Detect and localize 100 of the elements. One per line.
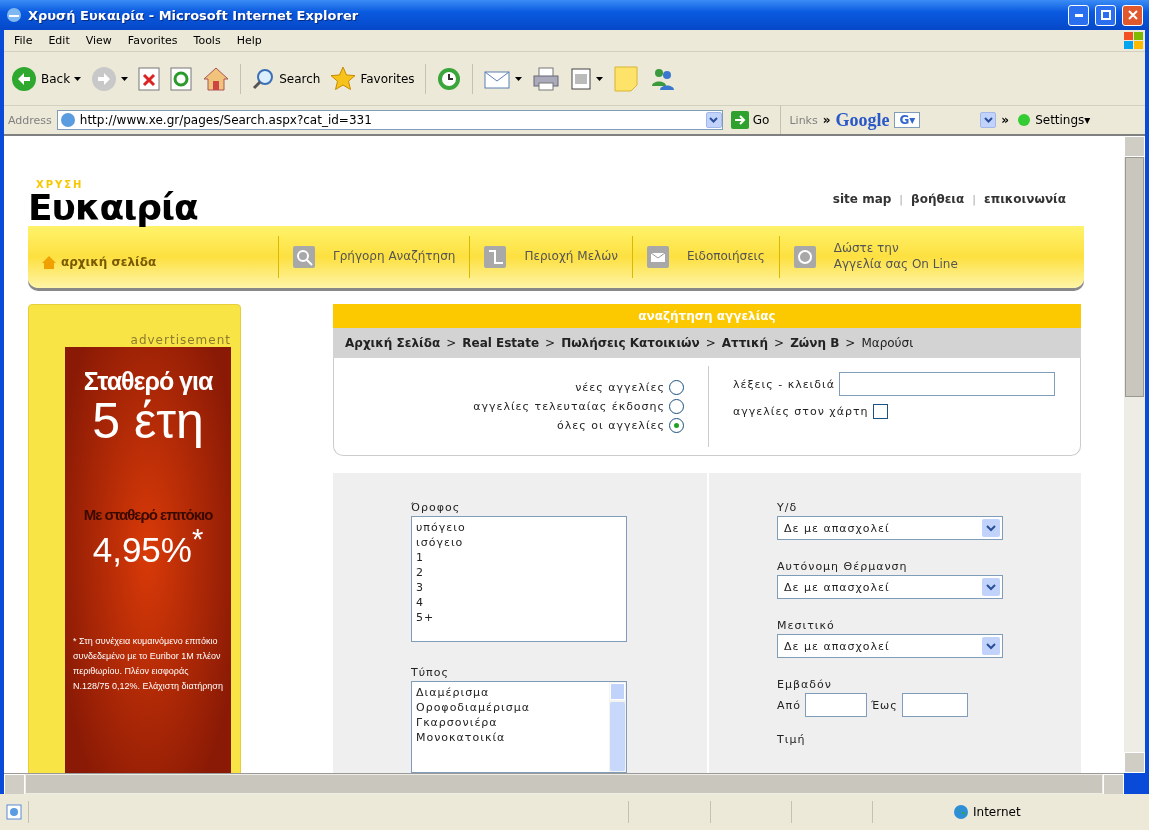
favorites-button[interactable]: Favorites	[327, 63, 418, 94]
back-button[interactable]: Back	[8, 63, 85, 94]
list-label: Τύπος	[411, 666, 450, 679]
nav-link[interactable]: Δώστε την Αγγελία σας On Line	[778, 236, 972, 278]
more-links-button[interactable]: »	[822, 113, 831, 127]
list-scrollbar[interactable]	[609, 682, 626, 772]
globe-icon	[953, 804, 969, 820]
links-label: Links	[789, 113, 818, 127]
breadcrumb-link[interactable]: Μαρούσι	[861, 336, 914, 350]
nav-link[interactable]: Περιοχή Μελών	[469, 236, 632, 278]
breadcrumb-separator: >	[774, 336, 785, 350]
breadcrumb-link[interactable]: Αρχική Σελίδα	[345, 336, 441, 350]
menu-item[interactable]: Favorites	[119, 34, 186, 47]
list-box[interactable]: Διαμέρισμα Οροφοδιαμέρισμα Γκαρσονιέρα Μονοκατοικία	[411, 681, 627, 773]
address-field[interactable]: http://www.xe.gr/pages/Search.aspx?cat_id=331	[56, 110, 723, 130]
address-label: Address	[8, 113, 52, 127]
toolbar-logo: Google	[835, 109, 890, 131]
top-link[interactable]: επικοινωνία	[984, 192, 1066, 206]
select-field[interactable]: Δε με απασχολεί	[777, 634, 1003, 658]
breadcrumb-link[interactable]: Real Estate	[462, 336, 540, 350]
google-button[interactable]: G▾	[894, 112, 921, 128]
site-logo[interactable]: ΧΡΥΣΗ Ευκαιρία	[28, 180, 198, 226]
home-link[interactable]: αρχική σελίδα	[28, 255, 278, 269]
breadcrumb-link[interactable]: Ζώνη Β	[790, 336, 840, 350]
page-icon	[6, 804, 22, 820]
map-checkbox[interactable]	[872, 404, 888, 419]
chevron-down-icon	[982, 519, 1000, 537]
list-option[interactable]: Μονοκατοικία	[416, 730, 605, 745]
home-icon	[42, 255, 56, 269]
to-label: Έως	[870, 698, 898, 712]
note-icon	[612, 64, 639, 93]
breadcrumb-separator: >	[446, 336, 457, 350]
keywords-field[interactable]	[839, 372, 1056, 396]
list-option[interactable]: 5+	[416, 610, 622, 625]
menu-item[interactable]: View	[77, 34, 120, 47]
chevron-down-icon	[982, 637, 1000, 655]
select-label: Μεσιτικό	[777, 619, 836, 632]
radio-button[interactable]	[669, 380, 684, 395]
list-option[interactable]: Διαμέρισμα	[416, 685, 605, 700]
minimize-button[interactable]	[1068, 4, 1089, 26]
radio-button[interactable]	[669, 399, 684, 414]
list-option[interactable]: 4	[416, 595, 622, 610]
list-label: Όροφος	[411, 501, 462, 514]
keywords-label: λέξεις - κλειδιά	[733, 377, 836, 391]
to-field[interactable]	[901, 693, 968, 717]
history-clock-icon	[435, 65, 462, 92]
menu-item[interactable]: Tools	[185, 34, 229, 47]
dropdown-button[interactable]	[705, 112, 722, 128]
list-option[interactable]: ισόγειο	[416, 535, 622, 550]
breadcrumb-link[interactable]: Αττική	[721, 336, 769, 350]
stop-icon	[138, 66, 161, 91]
breadcrumb-separator: >	[545, 336, 556, 350]
maximize-button[interactable]	[1095, 4, 1116, 26]
list-option[interactable]: 2	[416, 565, 622, 580]
nav-link[interactable]: Ειδοποιήσεις	[631, 236, 779, 278]
nav-link[interactable]: Γρήγορη Αναζήτηση	[278, 236, 470, 278]
maximize-icon	[1100, 10, 1111, 20]
dropdown-button[interactable]	[980, 112, 997, 128]
list-option[interactable]: υπόγειο	[416, 520, 622, 535]
menu-item[interactable]: Edit	[40, 34, 78, 47]
close-icon	[1127, 10, 1138, 20]
link-separator: |	[972, 192, 976, 206]
menu-item[interactable]: File	[6, 34, 41, 47]
more-button[interactable]: »	[1001, 113, 1010, 127]
home-icon	[202, 65, 231, 92]
ad-rate: 4,95%$^{*}$	[92, 523, 204, 570]
from-field[interactable]	[804, 693, 867, 717]
page-globe-icon	[59, 112, 76, 128]
top-link[interactable]: βοήθεια	[911, 192, 965, 206]
envelope-icon	[646, 246, 669, 268]
select-field[interactable]: Δε με απασχολεί	[777, 516, 1003, 540]
go-button[interactable]: Go	[727, 109, 773, 131]
checkbox-label: αγγελίες στον χάρτη	[733, 405, 869, 418]
radio-button[interactable]	[669, 418, 684, 433]
radio-label: νέες αγγελίες	[575, 381, 665, 394]
vertical-scrollbar[interactable]	[1124, 136, 1145, 773]
search-icon	[251, 66, 276, 91]
breadcrumb-link[interactable]: Πωλήσεις Κατοικιών	[561, 336, 700, 350]
top-link[interactable]: site map	[832, 192, 892, 206]
select-field[interactable]: Δε με απασχολεί	[777, 575, 1003, 599]
list-option[interactable]: Γκαρσονιέρα	[416, 715, 605, 730]
list-option[interactable]: Οροφοδιαμέρισμα	[416, 700, 605, 715]
settings-button[interactable]: Settings▾	[1014, 111, 1094, 129]
select-label: Αυτόνομη Θέρμανση	[777, 560, 909, 573]
search-button[interactable]: Search	[248, 64, 324, 93]
browser-icon	[6, 7, 22, 23]
menu-item[interactable]: Help	[228, 34, 270, 47]
ad-footnote: * Στη συνέχεια κυμαινόμενο επιτόκιο συνδεδεμένο με το Euribor 1M πλέον περιθωρίου. Πλέον εισφοράς Ν.128/75 0,12%. Ελάχιστη διατήρηση	[72, 634, 224, 693]
close-button[interactable]	[1122, 4, 1143, 26]
price-label: Τιμή	[777, 733, 807, 746]
list-option[interactable]: 3	[416, 580, 622, 595]
magnifier-icon	[293, 246, 315, 268]
ad-years: 5 έτη	[92, 396, 204, 446]
printer-icon	[531, 65, 560, 92]
list-box[interactable]: υπόγειο ισόγειο 1 2 3 4 5+	[411, 516, 627, 642]
window-title: Χρυσή Ευκαιρία - Microsoft Internet Explorer	[28, 7, 360, 23]
list-option[interactable]: 1	[416, 550, 622, 565]
horizontal-scrollbar[interactable]	[4, 773, 1124, 794]
star-icon	[330, 65, 357, 92]
ad-banner[interactable]: Σταθερό για 5 έτη Με σταθερό επιτόκιο 4,95%$^{*}$ * Στη συνέχεια κυμαινόμενο επιτόκιο συνδεδεμένο με το Euribor 1M πλέον περιθωρίου. Πλέον εισφοράς Ν.128/75 0,12%. Ελάχιστη διατήρηση	[65, 347, 231, 773]
